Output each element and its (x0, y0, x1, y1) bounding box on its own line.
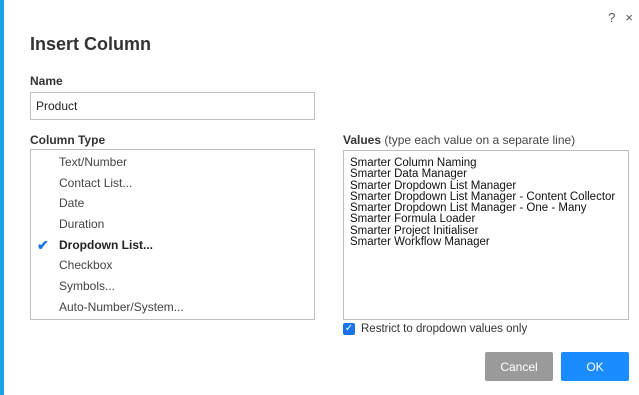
column-type-item-label: Date (59, 196, 85, 211)
restrict-checkbox[interactable]: ✓ (343, 323, 355, 335)
checkmark-icon: ✓ (344, 323, 354, 334)
column-type-item-label: Duration (59, 217, 105, 232)
column-type-item[interactable]: ✔ Dropdown List... (31, 235, 314, 256)
column-type-item-label: Symbols... (59, 279, 116, 294)
column-type-item[interactable]: Auto-Number/System... (31, 297, 314, 318)
values-label-text: Values (343, 133, 382, 147)
column-type-item-label: Checkbox (59, 258, 113, 273)
dialog-title: Insert Column (30, 34, 152, 54)
ok-button[interactable]: OK (561, 352, 629, 381)
cancel-button[interactable]: Cancel (485, 352, 553, 381)
values-label-hint: (type each value on a separate line) (384, 133, 576, 147)
checkmark-icon: ✔ (37, 236, 49, 253)
name-input[interactable] (30, 92, 315, 120)
column-type-item[interactable]: Duration (31, 214, 314, 235)
values-textarea[interactable] (343, 150, 629, 320)
name-label: Name (30, 74, 63, 88)
column-type-item[interactable]: Contact List... (31, 173, 314, 194)
column-type-item-label: Dropdown List... (59, 237, 153, 252)
insert-column-dialog: ? × Insert Column Name Column Type Text/… (0, 0, 639, 395)
column-type-item-label: Auto-Number/System... (59, 299, 184, 314)
dialog-accent-border (0, 0, 4, 395)
column-type-label: Column Type (30, 133, 106, 147)
column-type-item[interactable]: Date (31, 193, 314, 214)
dialog-window-controls: ? × (608, 10, 633, 25)
column-type-item[interactable]: Symbols... (31, 276, 314, 297)
help-icon[interactable]: ? (608, 10, 615, 25)
values-label: Values (type each value on a separate li… (343, 133, 575, 147)
column-type-item[interactable]: Text/Number (31, 152, 314, 173)
restrict-option[interactable]: ✓ Restrict to dropdown values only (343, 323, 527, 335)
column-type-list: Text/Number Contact List... Date Duration ✔ D… (30, 149, 315, 320)
column-type-item-label: Text/Number (59, 155, 128, 169)
close-icon[interactable]: × (625, 10, 633, 25)
column-type-item-label: Contact List... (59, 175, 133, 190)
restrict-label: Restrict to dropdown values only (361, 323, 528, 335)
column-type-item[interactable]: Checkbox (31, 255, 314, 276)
